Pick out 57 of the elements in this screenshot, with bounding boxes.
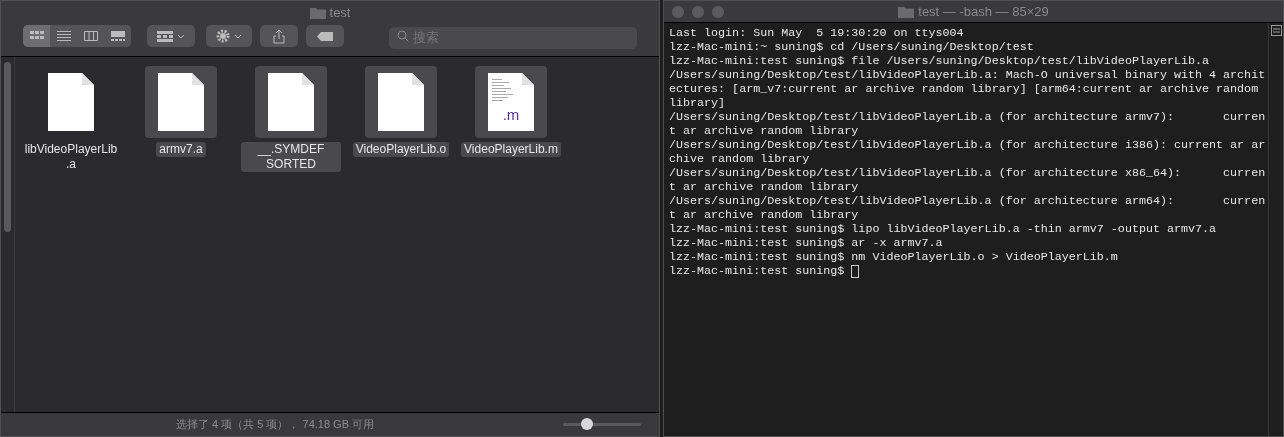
terminal-line: chive random library bbox=[669, 152, 810, 166]
window-title: test bbox=[329, 4, 351, 23]
search-icon bbox=[397, 30, 409, 42]
share-button[interactable] bbox=[260, 25, 298, 47]
terminal-line: ectures: [arm_v7:current ar archive random library] [arm64:current ar archive random bbox=[669, 82, 1259, 96]
terminal-line: library] bbox=[669, 96, 726, 110]
terminal-line: t ar archive random library bbox=[669, 124, 859, 138]
document-icon bbox=[378, 73, 424, 131]
chevron-down-icon bbox=[234, 33, 242, 39]
folder-icon bbox=[309, 7, 326, 19]
terminal-line: /Users/suning/Desktop/test/libVideoPlayerLib.a (for architecture armv7): curren bbox=[669, 110, 1266, 124]
terminal-line: lzz-Mac-mini:test suning$ file /Users/suning/Desktop/test/libVideoPlayerLib.a bbox=[669, 54, 1210, 68]
file-name: VideoPlayerLib.m bbox=[461, 142, 561, 157]
action-button[interactable] bbox=[206, 25, 252, 47]
group-button[interactable] bbox=[147, 25, 195, 47]
scrollbar[interactable] bbox=[1268, 23, 1283, 436]
terminal-line: /Users/suning/Desktop/test/libVideoPlayerLib.a: Mach-O universal binary with 4 archit bbox=[669, 68, 1266, 82]
gallery-view-icon bbox=[110, 31, 125, 41]
terminal-line: /Users/suning/Desktop/test/libVideoPlayerLib.a (for architecture x86_64): curren bbox=[669, 166, 1266, 180]
terminal-line: /Users/suning/Desktop/test/libVideoPlayerLib.a (for architecture arm64): curren bbox=[669, 194, 1266, 208]
terminal-line: lzz-Mac-mini:test suning$ lipo libVideoPlayerLib.a -thin armv7 -output armv7.a bbox=[669, 222, 1217, 236]
file-type-label: .m bbox=[502, 104, 520, 125]
file-name: libVideoPlayerLib.a bbox=[23, 142, 119, 172]
document-icon bbox=[48, 73, 94, 131]
share-icon bbox=[273, 28, 285, 44]
gear-icon bbox=[216, 29, 230, 43]
file-name: __.SYMDEF SORTED bbox=[241, 142, 341, 172]
terminal-line: lzz-Mac-mini:test suning$ nm VideoPlayerLib.o > VideoPlayerLib.m bbox=[669, 250, 1118, 264]
file-name: VideoPlayerLib.o bbox=[352, 142, 450, 157]
status-text: 选择了 4 项（共 5 项）， 74.18 GB 可用 bbox=[176, 417, 375, 433]
terminal-line: /Users/suning/Desktop/test/libVideoPlayerLib.a (for architecture i386): current ar ar bbox=[669, 138, 1266, 152]
terminal-line: lzz-Mac-mini:~ suning$ cd /Users/suning/Desktop/test bbox=[669, 40, 1034, 54]
scrollbar[interactable] bbox=[1, 57, 15, 412]
terminal-line: t ar archive random library bbox=[669, 180, 859, 194]
icon-view-icon bbox=[29, 31, 44, 41]
terminal-line: Last login: Sun May 5 19:30:20 on ttys004 bbox=[669, 26, 964, 40]
list-view-icon bbox=[56, 31, 71, 41]
column-view-icon bbox=[83, 31, 98, 41]
list-icon bbox=[1270, 25, 1282, 36]
zoom-slider[interactable] bbox=[563, 418, 641, 431]
tag-button[interactable] bbox=[306, 25, 344, 47]
folder-icon bbox=[898, 5, 915, 18]
slider-thumb[interactable] bbox=[580, 418, 593, 430]
document-icon bbox=[488, 73, 534, 131]
tag-icon bbox=[317, 31, 333, 41]
document-icon bbox=[268, 73, 314, 131]
view-mode-button[interactable] bbox=[23, 25, 50, 47]
window-title: test — -bash — 85×29 bbox=[918, 2, 1049, 21]
document-icon bbox=[158, 73, 204, 131]
terminal-line: lzz-Mac-mini:test suning$ bbox=[669, 264, 846, 278]
chevron-down-icon bbox=[177, 33, 185, 39]
file-name: armv7.a bbox=[156, 142, 206, 157]
file-item[interactable]: libVideoPlayerLib.a bbox=[21, 66, 121, 172]
grid-icon bbox=[157, 30, 173, 42]
file-item[interactable]: __.SYMDEF SORTED bbox=[241, 66, 341, 172]
terminal-line: t ar archive random library bbox=[669, 208, 859, 222]
terminal-line: lzz-Mac-mini:test suning$ ar -x armv7.a bbox=[669, 236, 943, 250]
